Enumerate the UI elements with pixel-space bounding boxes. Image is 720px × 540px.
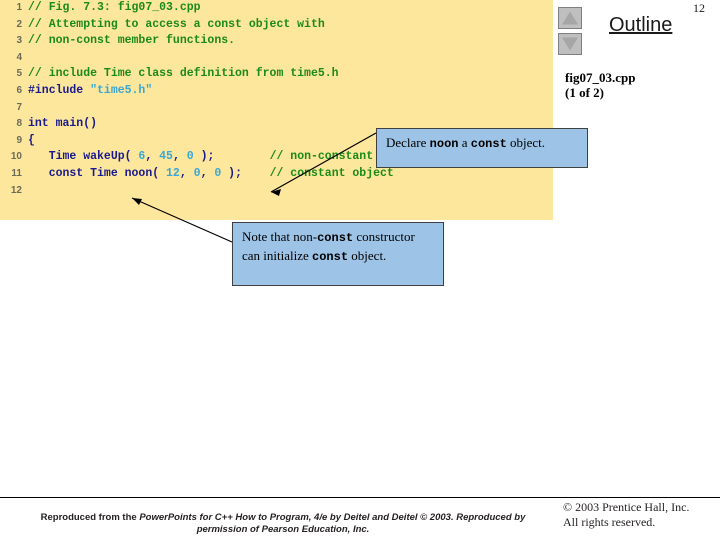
- code-line-number: 1: [16, 2, 22, 13]
- code-token-keyword: int main(): [28, 117, 98, 131]
- code-line: 3 // non-const member functions.: [0, 33, 553, 50]
- outline-file-label: fig07_03.cpp (1 of 2): [565, 70, 635, 100]
- code-line-number: 6: [16, 84, 22, 96]
- code-line-number: 11: [11, 167, 22, 179]
- code-line-text: // Fig. 7.3: fig07_03.cpp: [28, 0, 201, 17]
- callout-text-mono: noon: [429, 137, 459, 151]
- callout-declare-noon: Declare noon a const object.: [376, 128, 588, 168]
- code-token-comment: // non-const member functions.: [28, 34, 236, 48]
- code-token-plain: {: [28, 133, 35, 147]
- code-token-comment: // constant object: [269, 166, 394, 180]
- code-line-number: 3: [16, 35, 22, 47]
- code-token-comment: // Attempting to access a const object w…: [28, 17, 325, 31]
- outline-sidebar: Outline 12 fig07_03.cpp (1 of 2): [553, 0, 720, 220]
- code-line-text: #include "time5.h": [28, 83, 152, 100]
- code-token-plain: ,: [200, 166, 215, 180]
- footer-credit: Reproduced from the PowerPoints for C++ …: [18, 512, 548, 536]
- footer-credit-line2: permission of Pearson Education, Inc.: [196, 524, 370, 535]
- triangle-down-icon: [562, 37, 578, 51]
- footer-copyright: © 2003 Prentice Hall, Inc. All rights re…: [563, 500, 689, 530]
- code-token-plain: ,: [172, 150, 187, 164]
- footer-credit-line1b: PowerPoints for C++ How to Program, 4/e …: [139, 512, 526, 523]
- code-line-number: 10: [10, 151, 22, 163]
- code-line: 1 // Fig. 7.3: fig07_03.cpp: [0, 0, 553, 17]
- code-line-number: 8: [16, 118, 22, 130]
- code-listing-panel: 1 // Fig. 7.3: fig07_03.cpp 2 // Attempting…: [0, 0, 553, 220]
- code-token-plain: const Time noon(: [28, 166, 167, 180]
- callout-text-normal: object.: [348, 248, 387, 263]
- code-line-number: 5: [16, 68, 22, 80]
- callout-note-nonconst-constructor: Note that non-const constructor can init…: [232, 222, 444, 286]
- code-line-number: 2: [16, 18, 22, 30]
- code-token-num: 0: [193, 166, 201, 180]
- code-token-pre: #include: [28, 83, 84, 97]
- code-line: 5 // include Time class definition from t…: [0, 66, 553, 83]
- code-line-text: const Time noon( 12, 0, 0 ); // constant…: [28, 166, 394, 183]
- footer-credit-line1a: Reproduced from the: [40, 512, 140, 523]
- code-line-number: 7: [16, 101, 22, 113]
- callout-text-mono: const: [312, 250, 349, 264]
- code-line: 7: [0, 100, 553, 117]
- code-token-num: 45: [159, 150, 173, 164]
- code-token-num: 0: [186, 150, 194, 164]
- code-line-text: // include Time class definition from ti…: [28, 66, 339, 83]
- code-token-plain: ,: [145, 150, 160, 164]
- code-token-plain: ,: [179, 166, 194, 180]
- code-token-str: "time5.h": [90, 83, 153, 97]
- code-token-comment: // Fig. 7.3: fig07_03.cpp: [28, 1, 201, 14]
- nav-down-button[interactable]: [558, 33, 582, 55]
- code-line: 12: [0, 183, 553, 200]
- code-token-num: 12: [166, 166, 180, 180]
- nav-up-button[interactable]: [558, 7, 582, 29]
- footer-divider: [0, 497, 720, 498]
- code-line-text: Time wakeUp( 6, 45, 0 ); // non-constant…: [28, 149, 422, 166]
- footer-copyright-line1: © 2003 Prentice Hall, Inc.: [563, 500, 690, 514]
- slide-number: 12: [693, 1, 705, 15]
- outline-title: Outline: [609, 14, 673, 36]
- code-line-number: 12: [10, 184, 22, 196]
- code-line: 4: [0, 50, 553, 67]
- callout-text-normal: object.: [506, 135, 546, 150]
- callout-text-mono: const: [317, 231, 354, 245]
- code-token-plain: );: [193, 150, 270, 164]
- code-line-number: 9: [16, 134, 22, 146]
- footer-copyright-line2: All rights reserved.: [563, 515, 656, 529]
- outline-file-name: fig07_03.cpp: [565, 70, 636, 85]
- code-token-plain: Time wakeUp(: [28, 150, 139, 164]
- code-line: 2 // Attempting to access a const object …: [0, 17, 553, 34]
- code-line-text: int main(): [28, 116, 97, 133]
- code-lines: 1 // Fig. 7.3: fig07_03.cpp 2 // Attempting…: [0, 0, 553, 199]
- code-line: 6 #include "time5.h": [0, 83, 553, 100]
- code-token-comment: // include Time class definition from ti…: [28, 67, 339, 81]
- code-line-text: // Attempting to access a const object w…: [28, 17, 325, 34]
- triangle-up-icon: [562, 11, 578, 25]
- code-line-number: 4: [16, 51, 22, 63]
- callout-text-normal: a: [458, 135, 471, 150]
- code-line-text: // non-const member functions.: [28, 33, 235, 50]
- callout-text-mono: const: [470, 137, 507, 151]
- code-line-text: {: [28, 133, 35, 150]
- code-token-plain: );: [221, 166, 270, 180]
- callout-text-normal: Note that non-: [242, 229, 318, 244]
- callout-text-normal: Declare: [386, 135, 430, 150]
- outline-file-part: (1 of 2): [565, 85, 604, 100]
- code-line: 11 const Time noon( 12, 0, 0 ); // const…: [0, 166, 553, 183]
